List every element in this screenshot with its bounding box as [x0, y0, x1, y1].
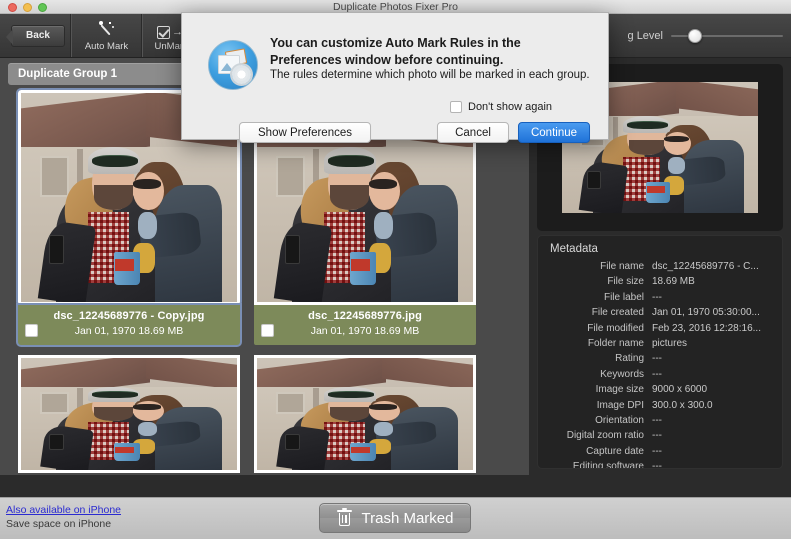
trash-marked-label: Trash Marked [361, 509, 454, 527]
metadata-value: Jan 01, 1970 05:30:00... [652, 307, 760, 319]
metadata-row: File modified Feb 23, 2016 12:28:16... [544, 321, 772, 336]
metadata-value: 300.0 x 300.0 [652, 399, 713, 411]
thumbnail-card[interactable] [254, 355, 476, 473]
metadata-row: Editing software --- [544, 459, 772, 469]
thumbnail-card[interactable] [18, 355, 240, 473]
zoom-level-label: g Level [627, 30, 663, 42]
metadata-row: Image DPI 300.0 x 300.0 [544, 398, 772, 413]
metadata-key: Rating [615, 353, 644, 365]
metadata-value: --- [652, 445, 662, 457]
continue-button[interactable]: Continue [518, 122, 590, 143]
metadata-key: File size [607, 276, 644, 288]
back-button[interactable]: Back [0, 14, 71, 57]
metadata-value: 9000 x 6000 [652, 384, 708, 396]
metadata-row: Image size 9000 x 6000 [544, 382, 772, 397]
zoom-level-control: g Level [628, 14, 783, 58]
metadata-key: Capture date [586, 445, 644, 457]
app-window: Duplicate Photos Fixer Pro Back Auto Mar… [0, 0, 791, 539]
metadata-value: Feb 23, 2016 12:28:16... [652, 322, 761, 334]
dont-show-again-row[interactable]: Don't show again [450, 101, 552, 113]
metadata-row: File label --- [544, 290, 772, 305]
trash-icon [336, 507, 352, 527]
metadata-row: Digital zoom ratio --- [544, 428, 772, 443]
slider-knob[interactable] [688, 29, 702, 43]
metadata-row: File created Jan 01, 1970 05:30:00... [544, 305, 772, 320]
metadata-row: Orientation --- [544, 413, 772, 428]
thumbnail-filename: dsc_12245689776.jpg [308, 310, 422, 322]
photo-image [21, 358, 237, 470]
metadata-row: Keywords --- [544, 367, 772, 382]
iphone-promo-subtext: Save space on iPhone [6, 518, 112, 530]
metadata-key: Orientation [595, 415, 644, 427]
dialog-headline: You can customize Auto Mark Rules in the… [270, 36, 521, 67]
thumbnail-filename: dsc_12245689776 - Copy.jpg [53, 310, 205, 322]
thumbnail-frame [254, 355, 476, 473]
metadata-key: Digital zoom ratio [566, 430, 644, 442]
metadata-row: File name dsc_12245689776 - C... [544, 259, 772, 274]
thumbnail-caption: dsc_12245689776.jpg Jan 01, 1970 18.69 M… [254, 305, 476, 345]
metadata-key: File created [591, 307, 644, 319]
metadata-value: --- [652, 291, 662, 303]
metadata-value: pictures [652, 338, 688, 350]
metadata-key: Keywords [600, 368, 644, 380]
back-button-label: Back [6, 24, 65, 47]
metadata-value: --- [652, 353, 662, 365]
metadata-key: File name [600, 261, 644, 272]
metadata-value: --- [652, 430, 662, 442]
auto-mark-label: Auto Mark [84, 41, 129, 52]
app-icon [208, 40, 258, 90]
dont-show-again-label: Don't show again [468, 101, 553, 113]
metadata-row: File size 18.69 MB [544, 274, 772, 289]
dialog-subtext: The rules determine which photo will be … [270, 69, 590, 81]
zoom-level-slider[interactable] [671, 29, 783, 43]
auto-mark-button[interactable]: Auto Mark [71, 14, 142, 57]
metadata-title: Metadata [550, 243, 598, 255]
metadata-row: Rating --- [544, 351, 772, 366]
thumbnail-checkbox[interactable] [261, 324, 274, 337]
thumbnail-frame [18, 355, 240, 473]
thumbnail-checkbox[interactable] [25, 324, 38, 337]
metadata-value: dsc_12245689776 - C... [652, 261, 759, 272]
thumbnail-caption: dsc_12245689776 - Copy.jpg Jan 01, 1970 … [18, 305, 240, 345]
metadata-key: File label [603, 291, 644, 303]
iphone-promo-link[interactable]: Also available on iPhone [6, 504, 121, 516]
dont-show-again-checkbox[interactable] [450, 101, 462, 113]
cancel-button[interactable]: Cancel [437, 122, 509, 143]
metadata-key: Editing software [572, 461, 644, 469]
metadata-key: File modified [587, 322, 644, 334]
metadata-value: --- [652, 461, 662, 469]
metadata-row: Capture date --- [544, 444, 772, 459]
thumbnail-row [18, 355, 518, 473]
bottom-bar: Also available on iPhone Save space on i… [0, 497, 791, 539]
metadata-key: Folder name [587, 338, 644, 350]
thumbnail-meta: Jan 01, 1970 18.69 MB [310, 325, 420, 337]
metadata-row: Folder name pictures [544, 336, 772, 351]
metadata-value: 18.69 MB [652, 276, 695, 288]
metadata-key: Image size [595, 384, 644, 396]
photo-image [257, 358, 473, 470]
thumbnail-meta: Jan 01, 1970 18.69 MB [74, 325, 184, 337]
metadata-panel: Metadata File name dsc_12245689776 - C...… [537, 235, 783, 469]
thumbnail-grid: dsc_12245689776 - Copy.jpg Jan 01, 1970 … [16, 88, 518, 475]
metadata-key: Image DPI [596, 399, 644, 411]
metadata-value: --- [652, 415, 662, 427]
trash-marked-button[interactable]: Trash Marked [319, 503, 471, 533]
metadata-value: --- [652, 368, 662, 380]
dialog-buttons: Show Preferences Cancel Continue [182, 122, 610, 146]
show-preferences-button[interactable]: Show Preferences [239, 122, 371, 143]
magic-wand-icon [98, 19, 116, 39]
auto-mark-rules-dialog: You can customize Auto Mark Rules in the… [181, 12, 609, 143]
metadata-rows: File name dsc_12245689776 - C... File siz… [538, 259, 782, 469]
